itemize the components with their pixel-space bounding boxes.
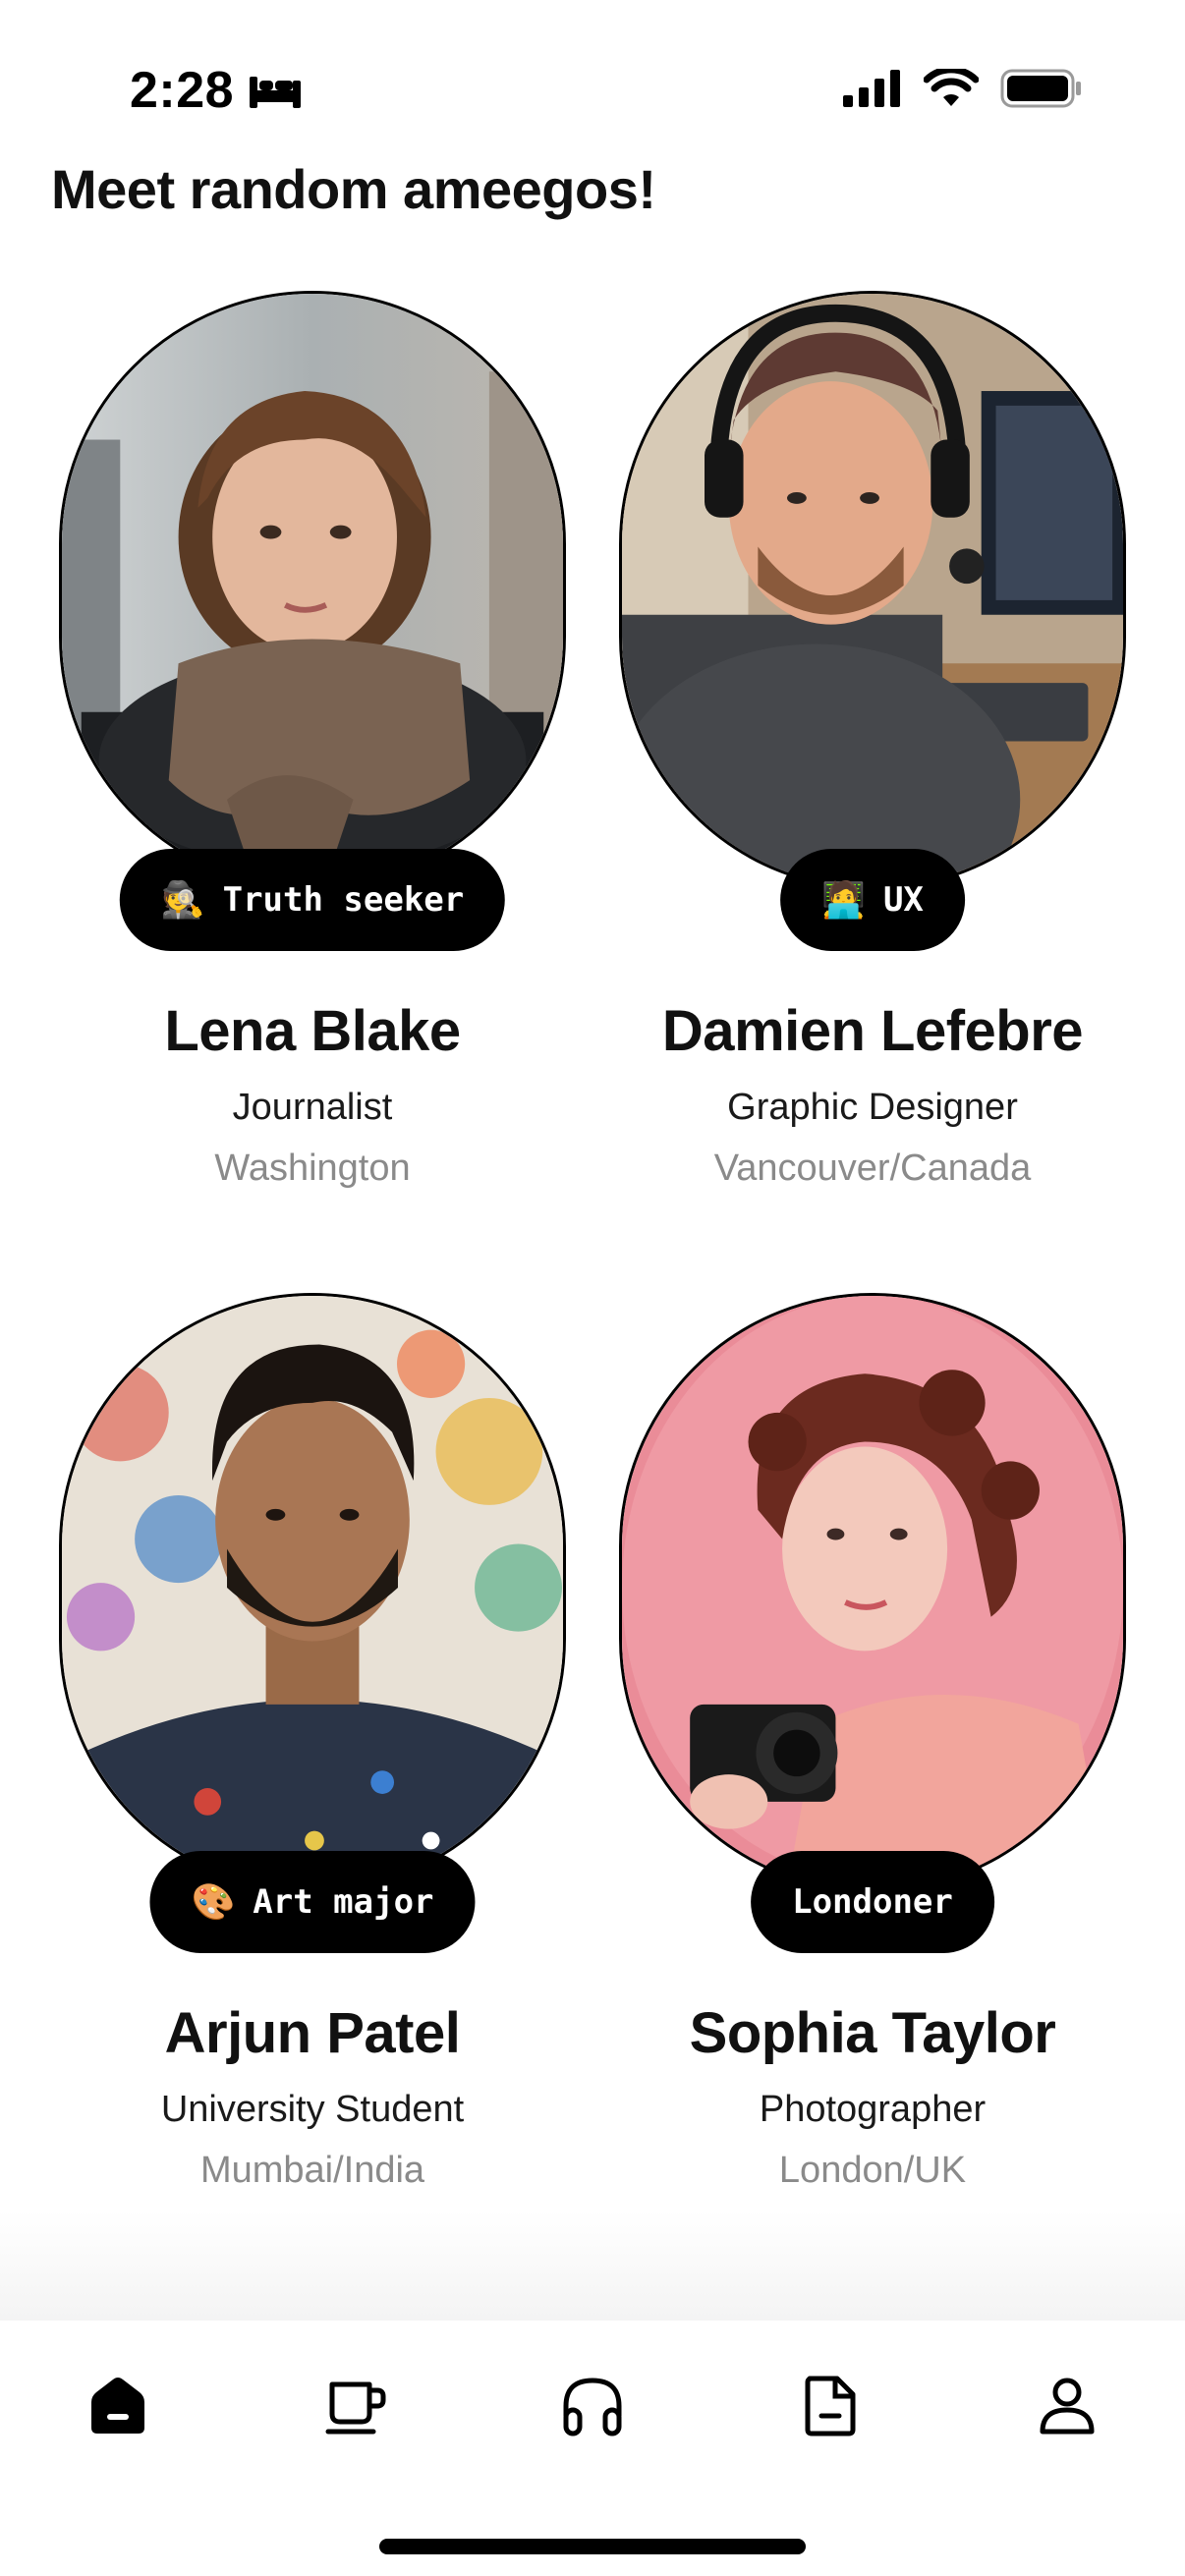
profile-location: London/UK xyxy=(778,2150,967,2191)
profile-name: Sophia Taylor xyxy=(689,2001,1056,2065)
tab-documents[interactable] xyxy=(781,2356,879,2454)
tab-cafe[interactable] xyxy=(306,2356,404,2454)
cup-icon xyxy=(325,2381,386,2435)
status-bar: 2:28 xyxy=(0,0,1185,147)
profile-photo xyxy=(619,291,1126,890)
badge-emoji: 🧑‍💻 xyxy=(821,880,866,921)
badge: Londoner xyxy=(751,1851,994,1953)
badge-emoji: 🎨 xyxy=(191,1882,236,1923)
tab-home[interactable] xyxy=(69,2356,167,2454)
status-icons xyxy=(843,69,1083,108)
home-icon xyxy=(91,2378,144,2434)
badge: 🧑‍💻 UX xyxy=(780,849,965,951)
profile-photo xyxy=(619,1293,1126,1892)
profile-role: University Student xyxy=(160,2089,465,2130)
profile-photo xyxy=(59,1293,566,1892)
profile-role: Photographer xyxy=(759,2089,987,2130)
profile-photo xyxy=(59,291,566,890)
profile-name: Lena Blake xyxy=(164,999,461,1063)
home-indicator[interactable] xyxy=(379,2539,806,2554)
headphones-icon xyxy=(563,2378,622,2436)
tab-profile[interactable] xyxy=(1018,2356,1116,2454)
badge-label: Art major xyxy=(253,1882,434,1922)
badge: 🕵️ Truth seeker xyxy=(119,849,506,951)
badge-label: Londoner xyxy=(792,1882,953,1922)
battery-icon xyxy=(1000,69,1081,108)
profile-location: Mumbai/India xyxy=(199,2150,425,2191)
profile-location: Vancouver/Canada xyxy=(713,1148,1032,1189)
tab-bar xyxy=(0,2321,1185,2576)
profile-name: Arjun Patel xyxy=(164,2001,461,2065)
profile-name: Damien Lefebre xyxy=(661,999,1084,1063)
document-icon xyxy=(805,2376,856,2436)
scroll-fade xyxy=(0,2211,1185,2321)
bed-icon xyxy=(250,77,302,108)
profile-role: Graphic Designer xyxy=(727,1087,1018,1128)
page-title: Meet random ameegos! xyxy=(51,158,656,220)
badge: 🎨 Art major xyxy=(149,1851,476,1953)
badge-label: UX xyxy=(882,880,924,920)
profile-role: Journalist xyxy=(232,1087,393,1128)
badge-label: Truth seeker xyxy=(222,880,465,920)
status-time: 2:28 xyxy=(130,62,235,119)
cellular-signal-icon xyxy=(843,70,900,107)
time-group: 2:28 xyxy=(130,61,303,120)
profile-location: Washington xyxy=(214,1148,411,1189)
tab-audio[interactable] xyxy=(543,2356,642,2454)
wifi-icon xyxy=(924,69,979,106)
badge-emoji: 🕵️ xyxy=(160,880,205,921)
profile-icon xyxy=(1040,2378,1095,2435)
